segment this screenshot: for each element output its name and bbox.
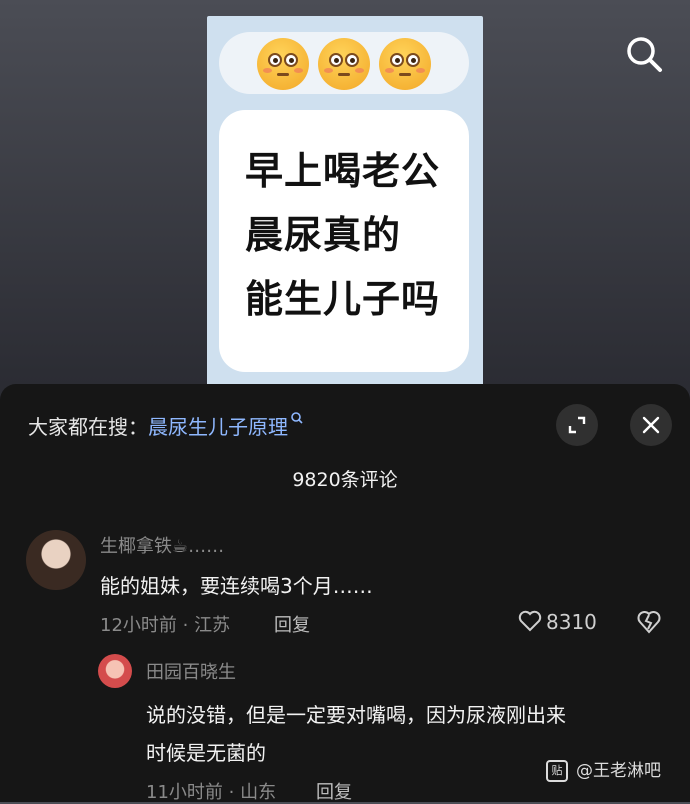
hot-search-prefix: 大家都在搜：	[28, 415, 148, 439]
expand-button[interactable]	[556, 404, 598, 446]
post-text-line: 晨尿真的	[245, 213, 402, 257]
watermark-text: @王老淋吧	[576, 761, 661, 781]
search-button[interactable]	[620, 30, 668, 78]
reply-text-line: 说的没错，但是一定要对嘴喝，因为尿液刚出来	[146, 703, 566, 727]
emoji-bar	[219, 32, 469, 94]
post-text-bubble: 早上喝老公 晨尿真的 能生儿子吗	[219, 110, 469, 372]
watermark: 贴 @王老淋吧	[546, 756, 661, 782]
flushed-face-icon	[256, 37, 309, 90]
broken-heart-icon	[637, 611, 661, 634]
reply-avatar[interactable]	[98, 654, 132, 688]
heart-icon	[518, 610, 542, 632]
comment-username[interactable]: 生椰拿铁☕……	[100, 532, 224, 558]
search-icon	[291, 412, 303, 424]
like-count: 8310	[546, 610, 597, 634]
hot-search-link[interactable]: 晨尿生儿子原理	[148, 415, 288, 439]
like-button[interactable]: 8310	[518, 610, 597, 634]
hot-search-bar[interactable]: 大家都在搜：晨尿生儿子原理	[28, 411, 304, 440]
reply-text-line: 时候是无菌的	[146, 741, 266, 765]
close-icon	[642, 416, 660, 434]
comment-text: 能的姐妹，要连续喝3个月……	[100, 574, 373, 598]
search-icon	[627, 37, 662, 72]
expand-icon	[568, 416, 586, 434]
post-text-line: 能生儿子吗	[245, 277, 441, 321]
reply-username[interactable]: 田园百晓生	[146, 658, 236, 684]
flushed-face-icon	[318, 37, 370, 90]
comment-meta: 12小时前 · 江苏	[100, 615, 231, 636]
post-text-line: 早上喝老公	[245, 149, 441, 193]
reply-meta: 11小时前 · 山东	[146, 782, 277, 803]
post-image[interactable]: 早上喝老公 晨尿真的 能生儿子吗	[207, 16, 483, 388]
comments-panel: 大家都在搜：晨尿生儿子原理 9820条评论 生椰拿铁☕…… 能的姐妹，要连续喝3…	[0, 384, 690, 804]
tieba-logo-icon: 贴	[546, 760, 568, 782]
reply-button[interactable]: 回复	[274, 611, 310, 637]
comment-count: 9820条评论	[292, 469, 398, 491]
reply-button[interactable]: 回复	[316, 778, 352, 804]
dislike-button[interactable]	[636, 610, 662, 638]
reply-text: 说的没错，但是一定要对嘴喝，因为尿液刚出来 时候是无菌的	[146, 696, 566, 772]
avatar[interactable]	[26, 530, 86, 590]
flushed-face-icon	[379, 37, 432, 90]
close-button[interactable]	[630, 404, 672, 446]
